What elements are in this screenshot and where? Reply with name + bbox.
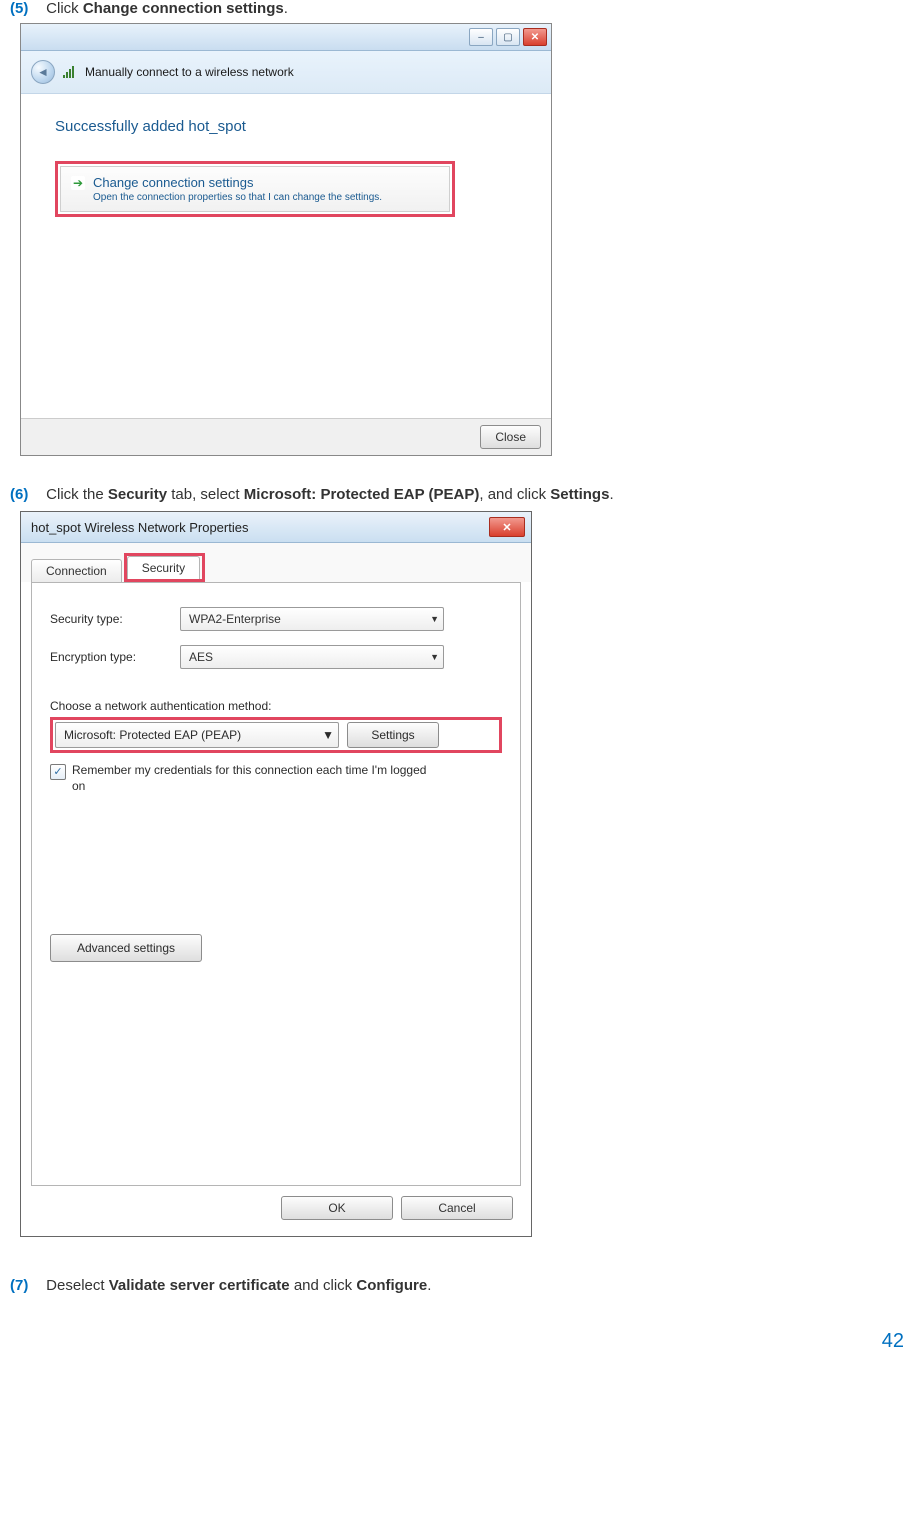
auth-method-value: Microsoft: Protected EAP (PEAP) [64, 728, 241, 742]
security-type-label: Security type: [50, 612, 180, 626]
chevron-down-icon: ▼ [430, 614, 439, 624]
step-5-num: (5) [10, 0, 42, 17]
change-settings-subtitle: Open the connection properties so that I… [93, 192, 441, 203]
success-message: Successfully added hot_spot [55, 118, 529, 135]
dialog-footer: OK Cancel [21, 1196, 531, 1236]
step-7-text: Deselect Validate server certificate and… [46, 1277, 431, 1294]
chevron-down-icon: ▼ [430, 652, 439, 662]
step-6: (6) Click the Security tab, select Micro… [10, 486, 914, 503]
auth-method-label: Choose a network authentication method: [50, 699, 502, 713]
auth-method-select[interactable]: Microsoft: Protected EAP (PEAP) ▼ [55, 722, 339, 748]
wireless-icon [63, 66, 77, 78]
close-button-footer[interactable]: Close [480, 425, 541, 449]
encryption-type-label: Encryption type: [50, 650, 180, 664]
step-6-text: Click the Security tab, select Microsoft… [46, 486, 613, 503]
step-5-text: Click Change connection settings. [46, 0, 288, 17]
cancel-button[interactable]: Cancel [401, 1196, 513, 1220]
encryption-type-select[interactable]: AES ▼ [180, 645, 444, 669]
wizard-window: – ▢ ✕ ◄ Manually connect to a wireless n… [20, 23, 552, 456]
dialog-close-button[interactable]: ✕ [489, 517, 525, 537]
tab-security[interactable]: Security [127, 556, 200, 579]
maximize-button[interactable]: ▢ [496, 28, 520, 46]
security-type-select[interactable]: WPA2-Enterprise ▼ [180, 607, 444, 631]
dialog-title: hot_spot Wireless Network Properties [31, 520, 248, 535]
advanced-settings-button[interactable]: Advanced settings [50, 934, 202, 962]
step-7: (7) Deselect Validate server certificate… [10, 1277, 914, 1294]
remember-credentials-label: Remember my credentials for this connect… [72, 763, 430, 794]
tab-strip: Connection Security [21, 543, 531, 582]
wizard-title: Manually connect to a wireless network [85, 65, 294, 79]
tab-connection[interactable]: Connection [31, 559, 122, 582]
ok-button[interactable]: OK [281, 1196, 393, 1220]
properties-dialog: hot_spot Wireless Network Properties ✕ C… [20, 511, 532, 1237]
security-type-value: WPA2-Enterprise [189, 612, 281, 626]
close-button[interactable]: ✕ [523, 28, 547, 46]
back-button[interactable]: ◄ [31, 60, 55, 84]
remember-credentials-checkbox[interactable]: ✓ [50, 764, 66, 780]
step-5: (5) Click Change connection settings. [10, 0, 914, 17]
arrow-right-icon: ➔ [71, 176, 85, 190]
page-number: 42 [0, 1300, 924, 1373]
settings-button[interactable]: Settings [347, 722, 439, 748]
wizard-body: Successfully added hot_spot ➔ Change con… [21, 94, 551, 418]
wizard-header: ◄ Manually connect to a wireless network [21, 51, 551, 94]
remember-credentials-row[interactable]: ✓ Remember my credentials for this conne… [50, 763, 430, 794]
highlight-change-settings: ➔ Change connection settings Open the co… [55, 161, 455, 217]
titlebar: – ▢ ✕ [21, 24, 551, 51]
change-settings-title: Change connection settings [93, 175, 253, 190]
minimize-button[interactable]: – [469, 28, 493, 46]
change-settings-option[interactable]: ➔ Change connection settings Open the co… [60, 166, 450, 212]
highlight-auth-row: Microsoft: Protected EAP (PEAP) ▼ Settin… [50, 717, 502, 753]
step-7-num: (7) [10, 1277, 42, 1294]
dialog-titlebar: hot_spot Wireless Network Properties ✕ [21, 512, 531, 543]
step-6-num: (6) [10, 486, 42, 503]
encryption-type-value: AES [189, 650, 213, 664]
wizard-footer: Close [21, 418, 551, 455]
highlight-security-tab: Security [124, 553, 205, 582]
chevron-down-icon: ▼ [322, 728, 334, 742]
tab-panel-security: Security type: WPA2-Enterprise ▼ Encrypt… [31, 582, 521, 1186]
